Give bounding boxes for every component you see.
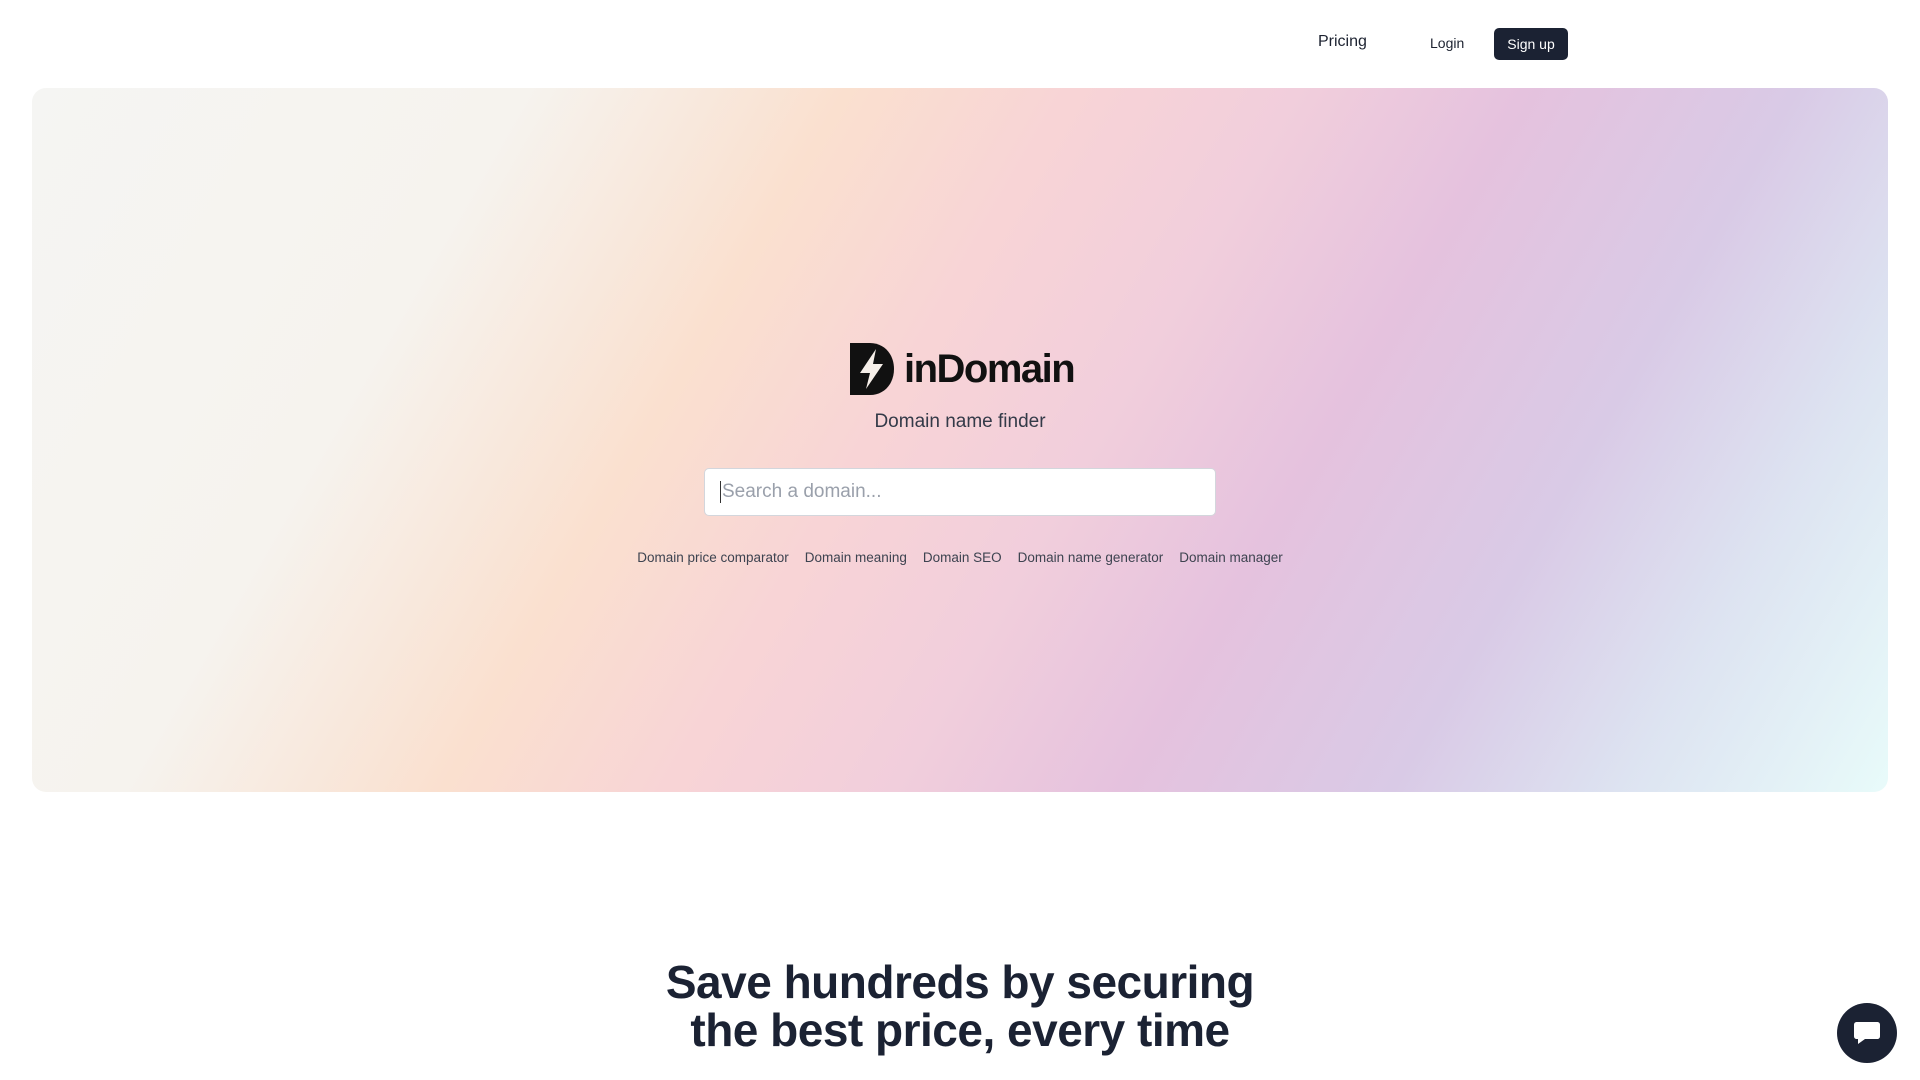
tagline: Domain name finder bbox=[874, 411, 1046, 432]
lightning-bolt-logo-icon bbox=[850, 343, 894, 395]
link-domain-price-comparator[interactable]: Domain price comparator bbox=[637, 550, 789, 565]
chat-launcher-button[interactable] bbox=[1837, 1003, 1897, 1063]
signup-button[interactable]: Sign up bbox=[1494, 28, 1568, 60]
search-input[interactable] bbox=[720, 481, 1215, 503]
top-navigation: Pricing Login Sign up bbox=[0, 0, 1920, 88]
link-domain-seo[interactable]: Domain SEO bbox=[923, 550, 1002, 565]
search-box[interactable] bbox=[704, 468, 1216, 516]
chat-bubble-icon bbox=[1854, 1022, 1880, 1044]
hero-section: inDomain Domain name finder Domain price… bbox=[32, 88, 1888, 792]
headline-line-2: the best price, every time bbox=[690, 1004, 1230, 1056]
link-domain-manager[interactable]: Domain manager bbox=[1179, 550, 1283, 565]
brand-name: inDomain bbox=[904, 346, 1076, 391]
headline-line-1: Save hundreds by securing bbox=[665, 956, 1255, 1008]
pricing-link[interactable]: Pricing bbox=[1318, 33, 1367, 51]
link-domain-meaning[interactable]: Domain meaning bbox=[805, 550, 907, 565]
login-link[interactable]: Login bbox=[1430, 35, 1464, 51]
brand[interactable]: inDomain bbox=[850, 343, 1076, 395]
link-domain-name-generator[interactable]: Domain name generator bbox=[1018, 550, 1164, 565]
section-headline: Save hundreds by securing the best price… bbox=[0, 958, 1920, 1054]
tool-links: Domain price comparator Domain meaning D… bbox=[32, 550, 1888, 565]
